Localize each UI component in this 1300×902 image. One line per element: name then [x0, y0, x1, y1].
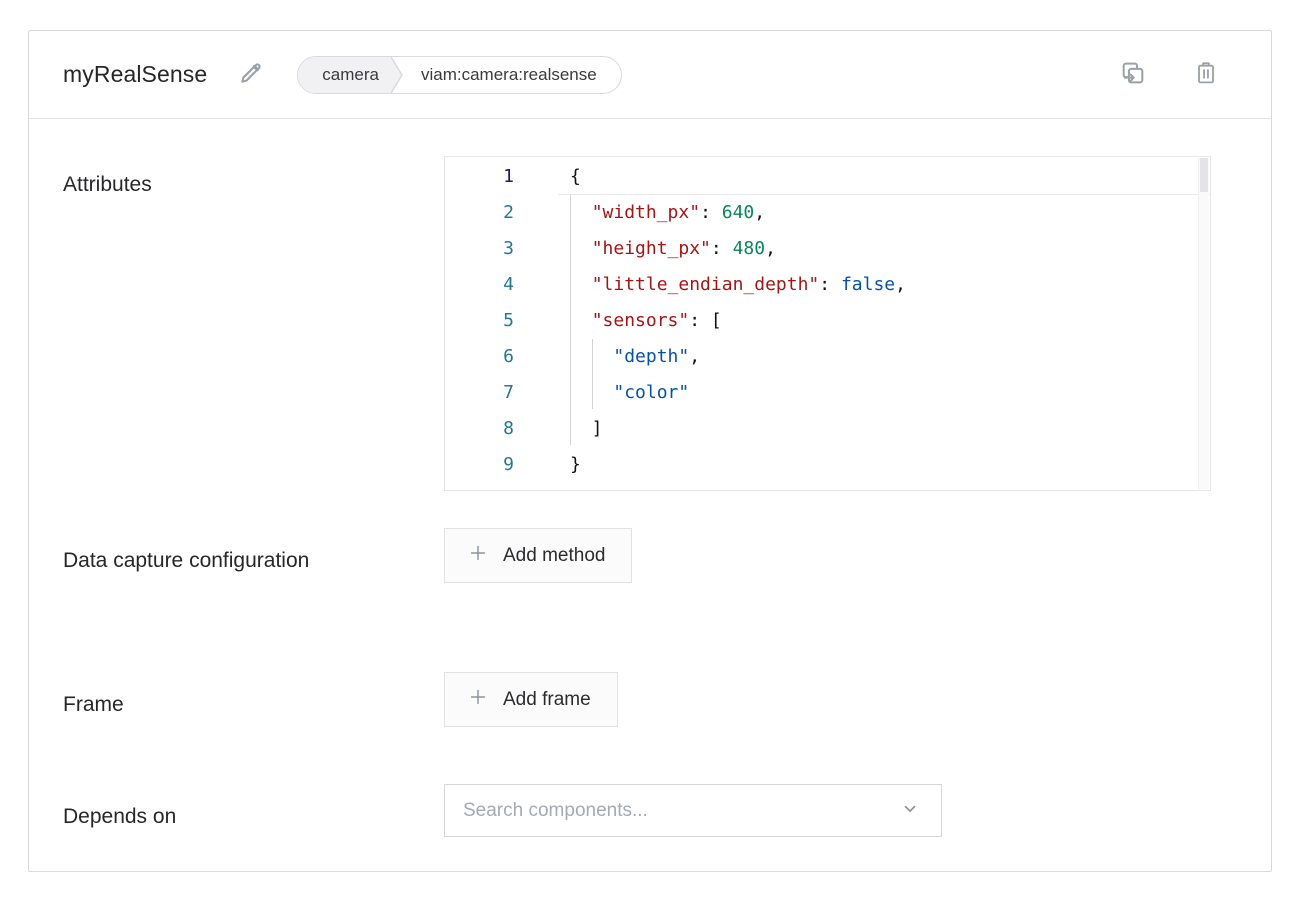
add-frame-label: Add frame	[503, 689, 591, 711]
component-type-pill: camera viam:camera:realsense	[297, 56, 621, 94]
add-method-label: Add method	[503, 545, 605, 567]
component-model: viam:camera:realsense	[405, 57, 621, 93]
add-frame-button[interactable]: Add frame	[444, 672, 618, 727]
code-line[interactable]: 7 "color"	[445, 375, 1210, 411]
frame-row: Frame Add frame	[29, 672, 1271, 727]
add-method-button[interactable]: Add method	[444, 528, 632, 583]
trash-icon	[1193, 59, 1219, 90]
code-line[interactable]: 9}	[445, 447, 1210, 483]
line-number: 7	[445, 375, 570, 411]
line-number: 2	[445, 195, 570, 231]
code-line[interactable]: 8 ]	[445, 411, 1210, 447]
code-line[interactable]: 1{	[445, 159, 1210, 195]
frame-label: Frame	[63, 686, 313, 724]
depends-on-row: Depends on	[29, 784, 1271, 837]
code-line[interactable]: 5 "sensors": [	[445, 303, 1210, 339]
line-number: 6	[445, 339, 570, 375]
line-number: 9	[445, 447, 570, 483]
line-number: 1	[445, 159, 570, 195]
depends-on-select[interactable]	[444, 784, 942, 837]
card-header: myRealSense camera viam:camera:realsense	[29, 31, 1271, 119]
plus-icon	[467, 542, 489, 570]
line-number: 4	[445, 267, 570, 303]
component-name: myRealSense	[63, 61, 207, 88]
line-number: 8	[445, 411, 570, 447]
code-line[interactable]: 3 "height_px": 480,	[445, 231, 1210, 267]
component-type: camera	[298, 57, 391, 93]
indent-guide	[570, 195, 571, 445]
data-capture-row: Data capture configuration Add method	[29, 528, 1271, 616]
search-components-input[interactable]	[445, 785, 941, 836]
editor-scrollbar[interactable]	[1198, 158, 1209, 489]
pencil-icon	[237, 59, 265, 90]
header-actions	[1119, 59, 1219, 90]
editor-scrollbar-thumb[interactable]	[1200, 158, 1208, 192]
delete-button[interactable]	[1193, 59, 1219, 90]
code-line[interactable]: 2 "width_px": 640,	[445, 195, 1210, 231]
code-lines: 1{2 "width_px": 640,3 "height_px": 480,4…	[445, 157, 1210, 483]
line-number: 5	[445, 303, 570, 339]
data-capture-label: Data capture configuration	[63, 542, 313, 580]
duplicate-icon	[1119, 59, 1147, 90]
code-line[interactable]: 4 "little_endian_depth": false,	[445, 267, 1210, 303]
rename-button[interactable]	[237, 59, 265, 90]
plus-icon	[467, 686, 489, 714]
line-number: 3	[445, 231, 570, 267]
attributes-json-editor[interactable]: 1{2 "width_px": 640,3 "height_px": 480,4…	[444, 156, 1211, 491]
component-config-card: myRealSense camera viam:camera:realsense	[28, 30, 1272, 872]
code-line[interactable]: 6 "depth",	[445, 339, 1210, 375]
indent-guide	[592, 339, 593, 409]
depends-on-label: Depends on	[63, 798, 313, 836]
duplicate-button[interactable]	[1119, 59, 1147, 90]
attributes-row: Attributes 1{2 "width_px": 640,3 "height…	[29, 156, 1271, 491]
breadcrumb-separator-icon	[391, 57, 405, 93]
attributes-label: Attributes	[63, 166, 313, 204]
